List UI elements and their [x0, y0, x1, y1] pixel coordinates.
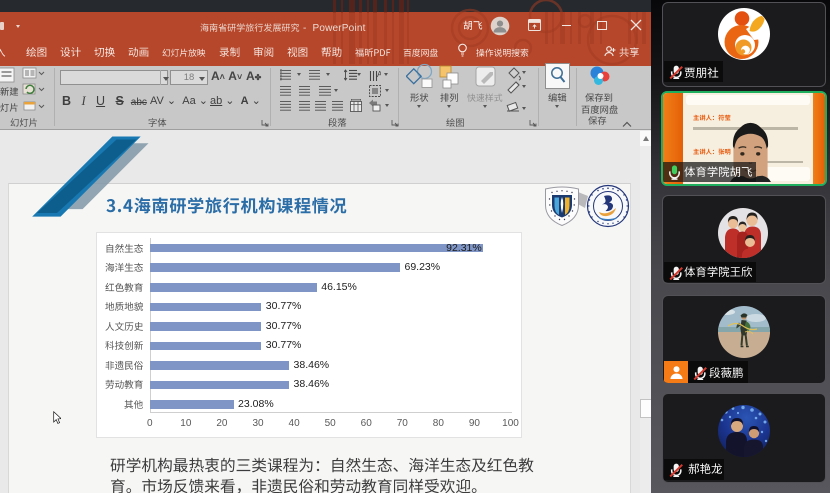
svg-text:A: A: [377, 70, 381, 79]
